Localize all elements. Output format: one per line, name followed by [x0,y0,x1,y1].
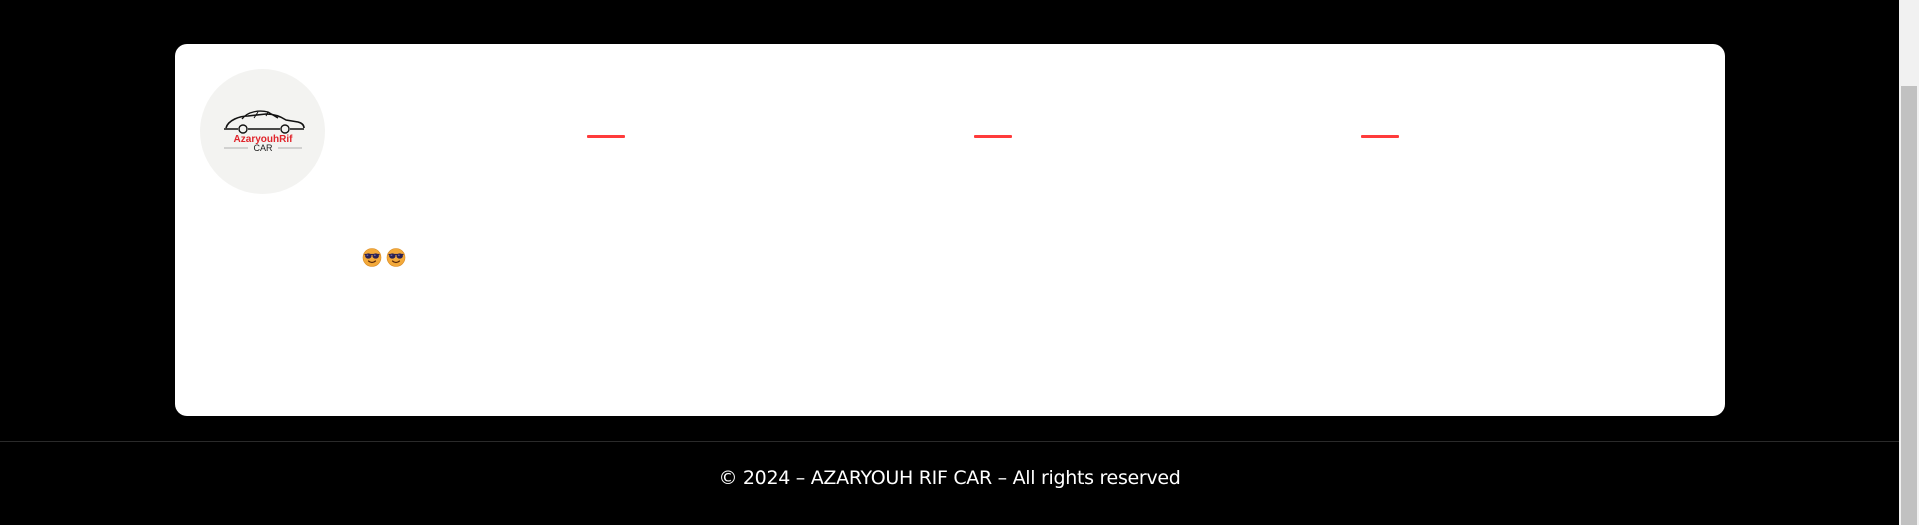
footer-card: AzaryouhRif CAR [175,44,1725,416]
copyright-text: © 2024 – AZARYOUH RIF CAR – All rights r… [718,467,1181,489]
sunglasses-emoji-icon[interactable] [386,247,406,267]
page-scrollbar[interactable] [1899,0,1919,525]
car-logo-icon: AzaryouhRif CAR [223,109,305,153]
logo-text-bottom: CAR [253,143,273,153]
scrollbar-thumb[interactable] [1901,86,1917,525]
social-emoji-row [362,247,406,267]
page: AzaryouhRif CAR © 2024 – AZARYOUH RIF CA… [0,0,1919,525]
column-heading-underline [587,135,625,138]
brand-logo[interactable]: AzaryouhRif CAR [200,69,325,194]
column-heading-underline [974,135,1012,138]
column-heading-underline [1361,135,1399,138]
footer-divider [0,441,1899,442]
sunglasses-emoji-icon[interactable] [362,247,382,267]
